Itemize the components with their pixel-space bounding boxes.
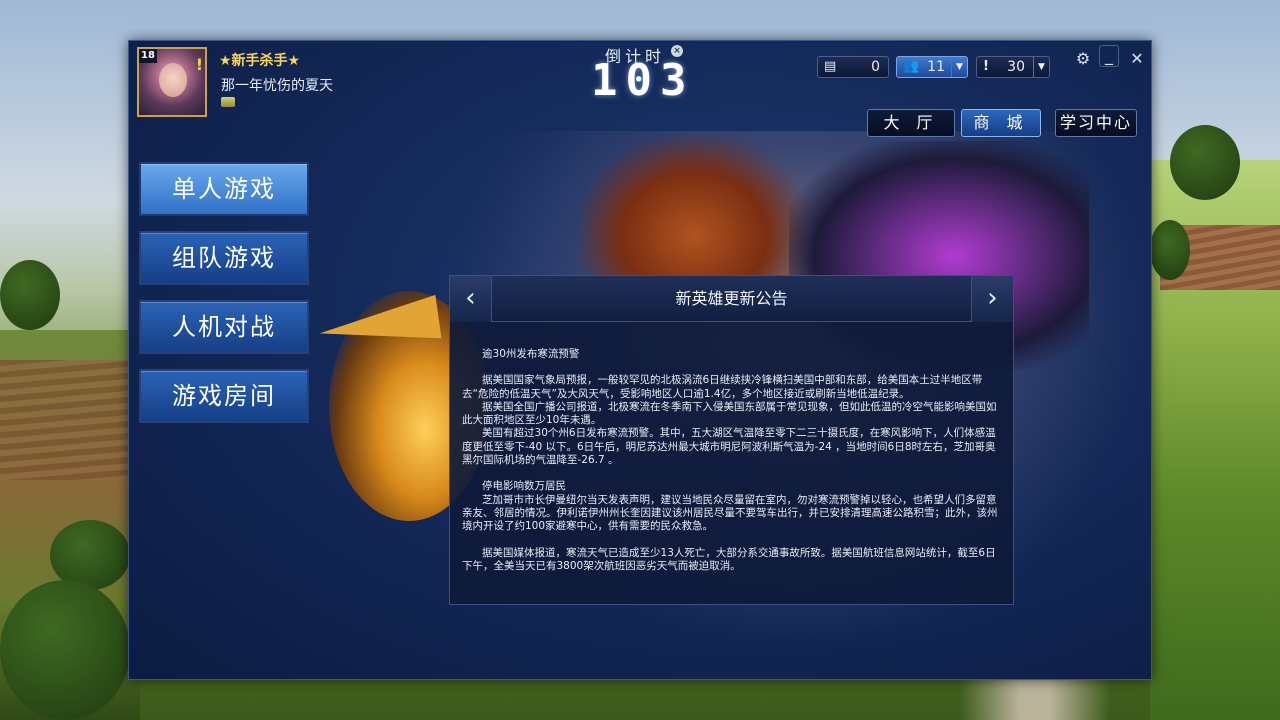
notice-panel: ‹ 新英雄更新公告 › 逾30州发布寒流预警 据美国国家气象局预报，一般较罕见的…: [449, 275, 1014, 605]
single-player-button[interactable]: 单人游戏: [139, 162, 309, 216]
tab-learning-center[interactable]: 学习中心: [1055, 109, 1137, 137]
chevron-left-icon[interactable]: ‹: [450, 276, 492, 322]
tab-store[interactable]: 商 城: [961, 109, 1041, 137]
chevron-right-icon[interactable]: ›: [971, 276, 1013, 322]
alerts-count: 30: [1007, 59, 1025, 75]
friends-count: 11: [927, 59, 945, 75]
game-room-button[interactable]: 游戏房间: [139, 369, 309, 423]
vs-ai-button[interactable]: 人机对战: [139, 300, 309, 354]
notice-header: ‹ 新英雄更新公告 ›: [450, 276, 1013, 322]
notice-paragraph: 逾30州发布寒流预警: [462, 348, 580, 360]
notice-paragraph: 据美国媒体报道，寒流天气已造成至少13人死亡，大部分系交通事故所致。据美国航班信…: [462, 546, 996, 572]
notice-paragraph: 美国有超过30个州6日发布寒流预警。其中，五大湖区气温降至零下二三十摄氏度，在寒…: [462, 427, 996, 467]
chevron-down-icon[interactable]: ▼: [1033, 57, 1049, 77]
alerts-counter[interactable]: ! 30 ▼: [976, 56, 1050, 78]
messages-counter[interactable]: ▤ 0: [817, 56, 889, 78]
messages-count: 0: [871, 59, 880, 75]
minimize-button[interactable]: _: [1099, 45, 1119, 67]
level-badge: 18: [139, 49, 157, 63]
countdown-value: 103: [591, 55, 695, 106]
notice-paragraph: 停电影响数万居民: [462, 480, 567, 493]
notice-paragraph: 芝加哥市市长伊曼纽尔当天发表声明，建议当地民众尽量留在室内，勿对寒流预警掉以轻心…: [462, 493, 998, 533]
user-icon: 👥: [903, 59, 920, 74]
desktop-tree: [0, 260, 60, 330]
team-game-button[interactable]: 组队游戏: [139, 231, 309, 285]
close-button[interactable]: ✕: [1127, 49, 1147, 68]
gear-icon[interactable]: ⚙: [1073, 49, 1093, 68]
exclamation-icon: !: [195, 55, 203, 74]
notice-title: 新英雄更新公告: [675, 289, 788, 308]
notice-spacer: [462, 361, 1002, 374]
alert-icon: !: [983, 59, 989, 74]
avatar-face: [159, 63, 187, 97]
notice-paragraph: 据美国国家气象局预报，一般较罕见的北极涡流6日继续挟冷锋横扫美国中部和东部，给美…: [462, 374, 983, 400]
tab-lobby[interactable]: 大 厅: [867, 109, 955, 137]
notice-spacer: [462, 467, 1002, 480]
avatar[interactable]: 18 !: [137, 47, 207, 117]
user-title: ★新手杀手★: [219, 53, 301, 69]
chat-icon: ▤: [824, 59, 837, 74]
friends-counter[interactable]: 👥 11 ▼: [896, 56, 968, 78]
desktop-tree: [1150, 220, 1190, 280]
game-client-window: 18 ! ★新手杀手★ 那一年忧伤的夏天 倒计时 × 103 ▤ 0 👥 11 …: [128, 40, 1152, 680]
desktop-tree: [0, 580, 130, 720]
notice-paragraph: 据美国全国广播公司报道，北极寒流在冬季南下入侵美国东部属于常见现象，但如此低温的…: [462, 400, 997, 427]
user-name: 那一年忧伤的夏天: [221, 78, 333, 94]
notice-body: 逾30州发布寒流预警 据美国国家气象局预报，一般较罕见的北极涡流6日继续挟冷锋横…: [462, 348, 1002, 573]
chevron-down-icon[interactable]: ▼: [951, 57, 967, 77]
desktop-tree: [1170, 125, 1240, 200]
notice-spacer: [462, 534, 1002, 547]
rank-icon: [221, 97, 235, 107]
desktop-road: [960, 680, 1110, 720]
desktop-field-left: [0, 360, 130, 480]
